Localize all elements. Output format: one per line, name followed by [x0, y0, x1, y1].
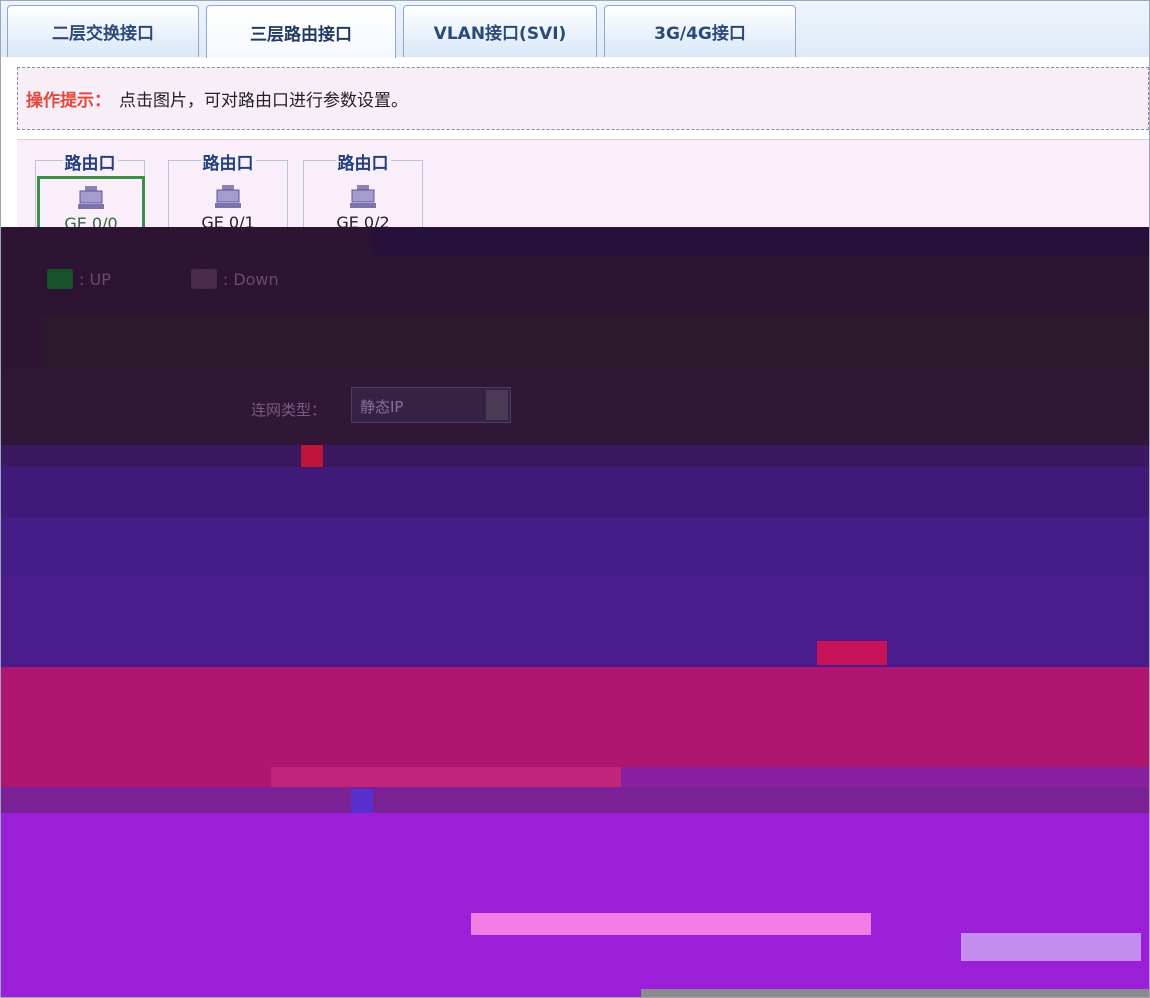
glitch-band: [1, 369, 1149, 445]
section-header-strip: [41, 317, 1149, 369]
glitch-band: [1, 445, 1149, 467]
conn-type-select[interactable]: 静态IP: [351, 387, 511, 423]
tab-bar: 二层交换接口 三层路由接口 VLAN接口(SVI) 3G/4G接口: [1, 1, 1149, 58]
status-up-icon: [47, 269, 73, 289]
glitch-band: [271, 767, 621, 787]
ethernet-port-icon: [78, 186, 104, 209]
hint-label: 操作提示：: [26, 91, 111, 111]
glitch-band: [621, 767, 1149, 787]
operation-hint: 操作提示： 点击图片，可对路由口进行参数设置。: [17, 67, 1149, 130]
glitch-noise: [351, 789, 373, 813]
legend-down-label: : Down: [222, 269, 279, 289]
tab-3g4g-interface[interactable]: 3G/4G接口: [604, 5, 796, 57]
status-down-icon: [190, 269, 217, 289]
tab-l2-switch-interface[interactable]: 二层交换接口: [7, 5, 199, 57]
conn-type-label: 连网类型：: [251, 401, 327, 419]
legend-up-label: : UP: [79, 269, 111, 289]
port-group-title: 路由口: [200, 154, 256, 174]
glitch-noise: [817, 641, 887, 665]
tab-vlan-svi-interface[interactable]: VLAN接口(SVI): [403, 5, 597, 57]
port-panel: 路由口 GE 0/0 路由口 GE 0/1 路由口 GE 0/2: [17, 139, 1149, 242]
glitch-noise: [301, 445, 323, 467]
ethernet-port-icon: [215, 185, 241, 208]
glitch-band: [1, 573, 1149, 667]
glitch-band: [1, 517, 1149, 573]
glitch-noise: [471, 913, 871, 935]
hint-text: 点击图片，可对路由口进行参数设置。: [119, 91, 408, 111]
glitch-band: [1, 813, 1149, 997]
port-group-title: 路由口: [335, 154, 391, 174]
corrupted-render-area: : UP : Down 连网类型： 静态IP: [1, 227, 1149, 997]
glitch-band: [371, 227, 1149, 255]
glitch-noise: [961, 933, 1141, 961]
conn-type-value: 静态IP: [360, 398, 404, 416]
glitch-band: [641, 989, 1149, 997]
chevron-down-icon: [486, 390, 508, 420]
ethernet-port-icon: [350, 185, 376, 208]
port-group-title: 路由口: [62, 154, 118, 174]
glitch-band: [1, 467, 1149, 517]
port-status-legend: : UP : Down: [47, 269, 279, 289]
tab-l3-routing-interface[interactable]: 三层路由接口: [206, 5, 396, 58]
glitch-band: [1, 787, 1149, 813]
